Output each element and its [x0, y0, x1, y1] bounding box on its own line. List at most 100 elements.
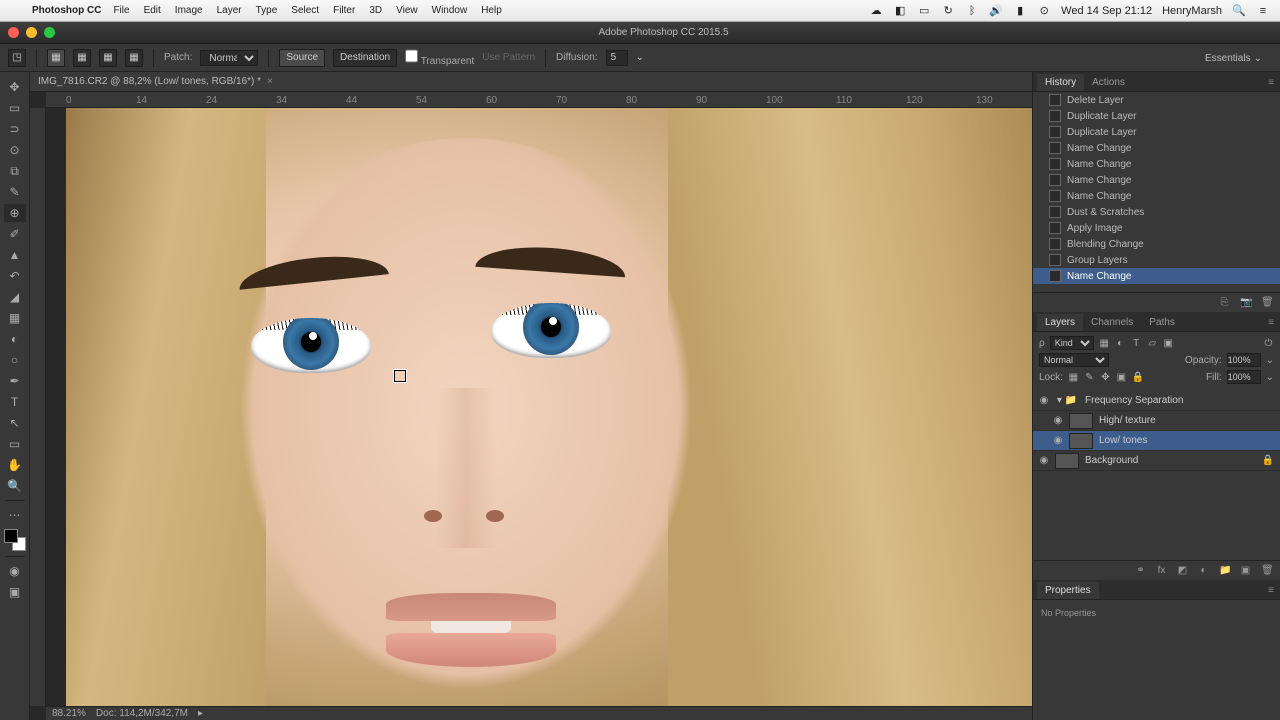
- menu-file[interactable]: File: [113, 5, 129, 16]
- pen-tool[interactable]: ✒: [4, 372, 26, 390]
- lock-position-icon[interactable]: ✥: [1100, 372, 1111, 383]
- menu-view[interactable]: View: [396, 5, 418, 16]
- notifications-icon[interactable]: ◧: [893, 4, 907, 18]
- new-selection-icon[interactable]: ▦: [47, 49, 65, 67]
- crop-tool[interactable]: ⧉: [4, 162, 26, 180]
- diffusion-input[interactable]: [606, 50, 628, 66]
- new-group-icon[interactable]: 📁: [1219, 565, 1230, 576]
- lasso-tool[interactable]: ⊃: [4, 120, 26, 138]
- cc-sync-icon[interactable]: ☁: [869, 4, 883, 18]
- filter-smart-icon[interactable]: ▣: [1163, 338, 1174, 349]
- layer-fx-icon[interactable]: fx: [1156, 565, 1167, 576]
- search-icon[interactable]: 🔍: [1232, 4, 1246, 18]
- history-brush-tool[interactable]: ↶: [4, 267, 26, 285]
- close-window-button[interactable]: [8, 27, 19, 38]
- marquee-tool[interactable]: ▭: [4, 99, 26, 117]
- brush-tool[interactable]: ✐: [4, 225, 26, 243]
- quick-select-tool[interactable]: ⊙: [4, 141, 26, 159]
- history-item[interactable]: Name Change: [1033, 172, 1280, 188]
- edit-toolbar[interactable]: ⋯: [4, 506, 26, 524]
- snapshot-icon[interactable]: 📷: [1240, 297, 1251, 308]
- canvas[interactable]: [46, 108, 1032, 706]
- layer-row[interactable]: ◉High/ texture: [1033, 411, 1280, 431]
- layer-mask-icon[interactable]: ◩: [1177, 565, 1188, 576]
- subtract-selection-icon[interactable]: ▦: [99, 49, 117, 67]
- create-document-icon[interactable]: ⎘: [1219, 297, 1230, 308]
- filter-adjust-icon[interactable]: ◐: [1115, 338, 1126, 349]
- properties-menu-icon[interactable]: ≡: [1262, 582, 1280, 599]
- history-item[interactable]: Name Change: [1033, 140, 1280, 156]
- history-item[interactable]: Duplicate Layer: [1033, 124, 1280, 140]
- transparent-checkbox[interactable]: Transparent: [405, 48, 474, 67]
- fill-input[interactable]: [1227, 370, 1261, 384]
- tool-preset-icon[interactable]: ◳: [8, 49, 26, 67]
- menubar-username[interactable]: HenryMarsh: [1162, 5, 1222, 17]
- shape-tool[interactable]: ▭: [4, 435, 26, 453]
- layer-row[interactable]: ◉▾ 📁Frequency Separation: [1033, 391, 1280, 411]
- menu-select[interactable]: Select: [291, 5, 319, 16]
- layers-list[interactable]: ◉▾ 📁Frequency Separation◉High/ texture◉L…: [1033, 391, 1280, 560]
- history-item[interactable]: Duplicate Layer: [1033, 108, 1280, 124]
- layer-row[interactable]: ◉Background🔒: [1033, 451, 1280, 471]
- wifi-icon[interactable]: ⊙: [1037, 4, 1051, 18]
- visibility-toggle[interactable]: ◉: [1047, 435, 1069, 446]
- maximize-window-button[interactable]: [44, 27, 55, 38]
- blend-mode-select[interactable]: Normal: [1039, 353, 1109, 367]
- history-item[interactable]: Blending Change: [1033, 236, 1280, 252]
- menu-edit[interactable]: Edit: [144, 5, 161, 16]
- menu-layer[interactable]: Layer: [217, 5, 242, 16]
- menu-window[interactable]: Window: [432, 5, 468, 16]
- patch-mode-select[interactable]: Normal: [200, 50, 258, 66]
- menu-help[interactable]: Help: [481, 5, 502, 16]
- layer-row[interactable]: ◉Low/ tones: [1033, 431, 1280, 451]
- layers-menu-icon[interactable]: ≡: [1262, 314, 1280, 331]
- link-layers-icon[interactable]: ⚭: [1135, 565, 1146, 576]
- history-item[interactable]: Delete Layer: [1033, 92, 1280, 108]
- lock-transparent-icon[interactable]: ▦: [1068, 372, 1079, 383]
- move-tool[interactable]: ✥: [4, 78, 26, 96]
- screen-mode-tool[interactable]: ▣: [4, 583, 26, 601]
- search-icon[interactable]: ρ: [1039, 338, 1045, 349]
- document-tab[interactable]: IMG_7816.CR2 @ 88,2% (Low/ tones, RGB/16…: [30, 72, 1032, 92]
- timemachine-icon[interactable]: ↻: [941, 4, 955, 18]
- display-icon[interactable]: ▭: [917, 4, 931, 18]
- menu-3d[interactable]: 3D: [369, 5, 382, 16]
- minimize-window-button[interactable]: [26, 27, 37, 38]
- gradient-tool[interactable]: ▦: [4, 309, 26, 327]
- filter-toggle-icon[interactable]: ⏻: [1263, 338, 1274, 349]
- lock-pixels-icon[interactable]: ✎: [1084, 372, 1095, 383]
- tab-properties[interactable]: Properties: [1037, 582, 1099, 599]
- delete-state-icon[interactable]: 🗑: [1261, 297, 1272, 308]
- history-item[interactable]: Name Change: [1033, 268, 1280, 284]
- battery-icon[interactable]: ▮: [1013, 4, 1027, 18]
- close-tab-icon[interactable]: ×: [267, 76, 273, 87]
- fill-chevron-icon[interactable]: ⌄: [1266, 372, 1274, 383]
- menubar-datetime[interactable]: Wed 14 Sep 21:12: [1061, 5, 1152, 17]
- tab-channels[interactable]: Channels: [1083, 314, 1141, 331]
- zoom-tool[interactable]: 🔍: [4, 477, 26, 495]
- history-list[interactable]: Delete LayerDuplicate LayerDuplicate Lay…: [1033, 92, 1280, 292]
- tab-paths[interactable]: Paths: [1141, 314, 1183, 331]
- delete-layer-icon[interactable]: 🗑: [1261, 565, 1272, 576]
- type-tool[interactable]: T: [4, 393, 26, 411]
- app-name[interactable]: Photoshop CC: [32, 5, 101, 16]
- hand-tool[interactable]: ✋: [4, 456, 26, 474]
- tab-layers[interactable]: Layers: [1037, 314, 1083, 331]
- stamp-tool[interactable]: ▲: [4, 246, 26, 264]
- visibility-toggle[interactable]: ◉: [1033, 455, 1055, 466]
- menu-type[interactable]: Type: [256, 5, 278, 16]
- history-item[interactable]: Name Change: [1033, 188, 1280, 204]
- eraser-tool[interactable]: ◢: [4, 288, 26, 306]
- healing-tool[interactable]: ⊕: [4, 204, 26, 222]
- filter-pixel-icon[interactable]: ▦: [1099, 338, 1110, 349]
- menu-image[interactable]: Image: [175, 5, 203, 16]
- layer-filter-select[interactable]: Kind: [1050, 336, 1094, 350]
- zoom-level[interactable]: 88.21%: [52, 708, 86, 719]
- lock-all-icon[interactable]: 🔒: [1132, 372, 1143, 383]
- history-item[interactable]: Name Change: [1033, 156, 1280, 172]
- opacity-input[interactable]: [1227, 353, 1261, 367]
- statusbar-chevron-icon[interactable]: ▸: [198, 708, 203, 719]
- opacity-chevron-icon[interactable]: ⌄: [1266, 355, 1274, 366]
- color-swatches[interactable]: [4, 529, 26, 551]
- visibility-toggle[interactable]: ◉: [1033, 395, 1055, 406]
